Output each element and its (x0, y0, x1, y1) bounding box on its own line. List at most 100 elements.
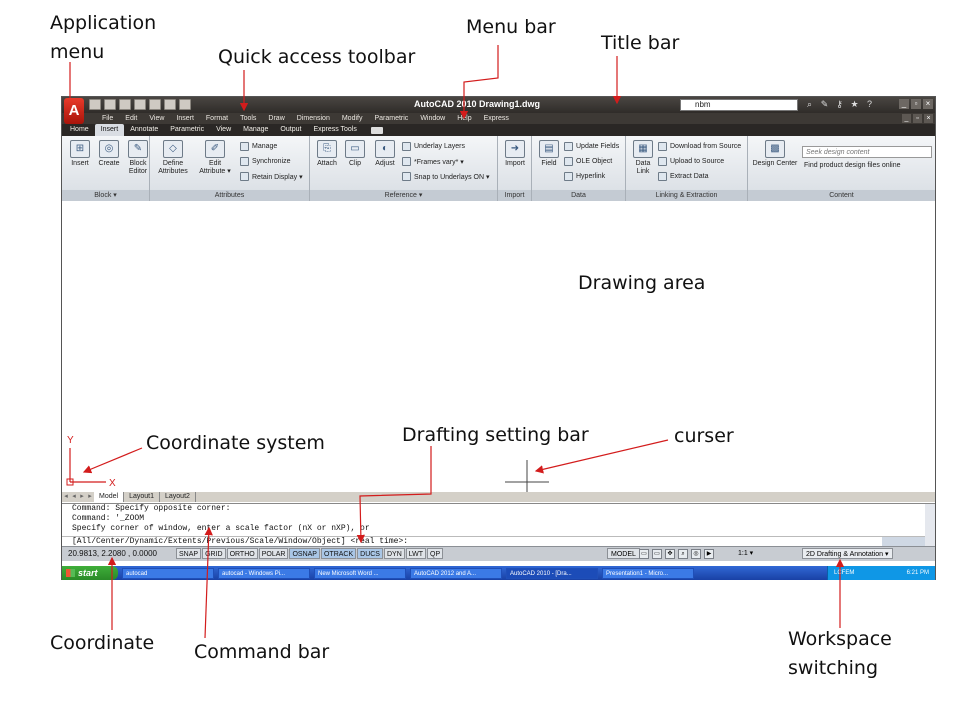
tab-home[interactable]: Home (64, 124, 95, 136)
zoom-icon[interactable]: ⌕ (678, 549, 688, 559)
menu-modify[interactable]: Modify (336, 113, 369, 124)
ribbon-minimize-icon[interactable] (370, 127, 383, 134)
toggle-qp[interactable]: QP (427, 548, 444, 559)
frames-vary-dropdown[interactable]: *Frames vary* ▾ (402, 156, 464, 167)
coordinate-readout[interactable]: 20.9813, 2.2080 , 0.0000 (68, 549, 157, 558)
menu-help[interactable]: Help (451, 113, 477, 124)
snap-to-underlays-dropdown[interactable]: Snap to Underlays ON ▾ (402, 171, 490, 182)
menu-tools[interactable]: Tools (234, 113, 262, 124)
command-window[interactable]: Command: Specify opposite corner: Comman… (62, 503, 935, 547)
extract-data-button[interactable]: Extract Data (658, 171, 709, 182)
define-attributes-button[interactable]: ◇ Define Attributes (156, 140, 190, 176)
toggle-dyn[interactable]: DYN (383, 548, 405, 559)
application-menu-button[interactable]: A (64, 98, 84, 124)
hyperlink-button[interactable]: Hyperlink (564, 171, 605, 182)
open-icon[interactable] (104, 99, 116, 110)
tab-layout1[interactable]: Layout1 (124, 492, 160, 502)
taskbar-item[interactable]: autocad - Windows Pi... (218, 567, 310, 579)
menu-view[interactable]: View (143, 113, 170, 124)
tab-view[interactable]: View (210, 124, 237, 136)
start-button[interactable]: start (62, 566, 118, 580)
menu-express[interactable]: Express (478, 113, 515, 124)
save-icon[interactable] (119, 99, 131, 110)
next-layout-icon[interactable]: ▸ (78, 492, 86, 502)
star-icon[interactable]: ★ (849, 99, 860, 110)
qat-dropdown-icon[interactable] (179, 99, 191, 110)
upload-to-source-button[interactable]: Upload to Source (658, 156, 724, 167)
tab-parametric[interactable]: Parametric (164, 124, 210, 136)
design-center-button[interactable]: ▩ Design Center (750, 140, 800, 168)
retain-display-button[interactable]: Retain Display ▾ (240, 171, 303, 182)
block-panel-label[interactable]: Block ▾ (62, 190, 149, 201)
underlay-layers-button[interactable]: Underlay Layers (402, 141, 465, 152)
menu-insert[interactable]: Insert (170, 113, 200, 124)
tab-insert[interactable]: Insert (94, 124, 125, 136)
taskbar-item[interactable]: New Microsoft Word ... (314, 567, 406, 579)
toggle-lwt[interactable]: LWT (405, 548, 427, 559)
download-from-source-button[interactable]: Download from Source (658, 141, 741, 152)
menu-parametric[interactable]: Parametric (368, 113, 414, 124)
toggle-polar[interactable]: POLAR (258, 548, 289, 559)
toggle-osnap[interactable]: OSNAP (289, 548, 320, 559)
design-content-search-input[interactable]: Seek design content (802, 146, 932, 158)
quick-view-layouts-icon[interactable]: ▭ (639, 549, 649, 559)
command-scrollbar[interactable] (925, 504, 935, 547)
tab-annotate[interactable]: Annotate (124, 124, 164, 136)
last-layout-icon[interactable]: ▸ (86, 492, 94, 502)
print-icon[interactable] (164, 99, 176, 110)
steering-wheel-icon[interactable]: ◎ (691, 549, 701, 559)
doc-minimize-icon[interactable]: _ (902, 114, 911, 123)
toggle-snap[interactable]: SNAP (176, 548, 202, 559)
taskbar-item[interactable]: AutoCAD 2012 and A... (410, 567, 502, 579)
doc-close-icon[interactable]: × (924, 114, 933, 123)
ole-object-button[interactable]: OLE Object (564, 156, 612, 167)
toggle-ducs[interactable]: DUCS (357, 548, 383, 559)
import-button[interactable]: ➜ Import (498, 140, 532, 168)
menu-window[interactable]: Window (414, 113, 451, 124)
taskbar-item[interactable]: autocad (122, 567, 214, 579)
help-search-input[interactable]: nbm (680, 99, 798, 111)
annotation-scale[interactable]: 1:1 ▾ (738, 549, 753, 557)
wrench-icon[interactable]: ✎ (819, 99, 830, 110)
reference-panel-label[interactable]: Reference ▾ (310, 190, 497, 201)
update-fields-button[interactable]: Update Fields (564, 141, 619, 152)
doc-restore-icon[interactable]: ▫ (913, 114, 922, 123)
undo-icon[interactable] (134, 99, 146, 110)
tab-express-tools[interactable]: Express Tools (307, 124, 362, 136)
adjust-button[interactable]: ◐ Adjust (368, 140, 402, 168)
prev-layout-icon[interactable]: ◂ (70, 492, 78, 502)
toggle-grid[interactable]: GRID (202, 548, 226, 559)
minimize-icon[interactable]: _ (899, 99, 909, 109)
binoculars-icon[interactable]: ⌕ (804, 99, 815, 110)
data-link-button[interactable]: ▦ Data Link (626, 140, 660, 176)
taskbar-item[interactable]: Presentation1 - Micro... (602, 567, 694, 579)
synchronize-button[interactable]: Synchronize (240, 156, 291, 167)
toggle-otrack[interactable]: OTRACK (320, 548, 357, 559)
menu-dimension[interactable]: Dimension (291, 113, 336, 124)
showmotion-icon[interactable]: ▶ (704, 549, 714, 559)
new-icon[interactable] (89, 99, 101, 110)
restore-icon[interactable]: ▫ (911, 99, 921, 109)
clip-button[interactable]: ▭ Clip (338, 140, 372, 168)
close-icon[interactable]: × (923, 99, 933, 109)
taskbar-item[interactable]: AutoCAD 2010 - [Dra... (506, 567, 598, 579)
menu-format[interactable]: Format (200, 113, 234, 124)
quick-view-drawings-icon[interactable]: ▭ (652, 549, 662, 559)
command-hscrollbar[interactable] (882, 537, 925, 546)
field-button[interactable]: ▤ Field (532, 140, 566, 168)
model-space-button[interactable]: MODEL (607, 548, 640, 559)
workspace-switching-button[interactable]: 2D Drafting & Annotation ▾ (802, 548, 893, 559)
find-online-link[interactable]: Find product design files online (804, 162, 901, 169)
manage-attributes-button[interactable]: Manage (240, 141, 277, 152)
menu-file[interactable]: File (96, 113, 119, 124)
tab-manage[interactable]: Manage (237, 124, 274, 136)
toggle-ortho[interactable]: ORTHO (226, 548, 258, 559)
menu-draw[interactable]: Draw (262, 113, 290, 124)
edit-attribute-button[interactable]: ✐ Edit Attribute ▾ (198, 140, 232, 176)
menu-edit[interactable]: Edit (119, 113, 143, 124)
tab-output[interactable]: Output (274, 124, 307, 136)
tab-layout2[interactable]: Layout2 (160, 492, 196, 502)
tab-model[interactable]: Model (94, 492, 125, 502)
key-icon[interactable]: ⚷ (834, 99, 845, 110)
first-layout-icon[interactable]: ◂ (62, 492, 70, 502)
